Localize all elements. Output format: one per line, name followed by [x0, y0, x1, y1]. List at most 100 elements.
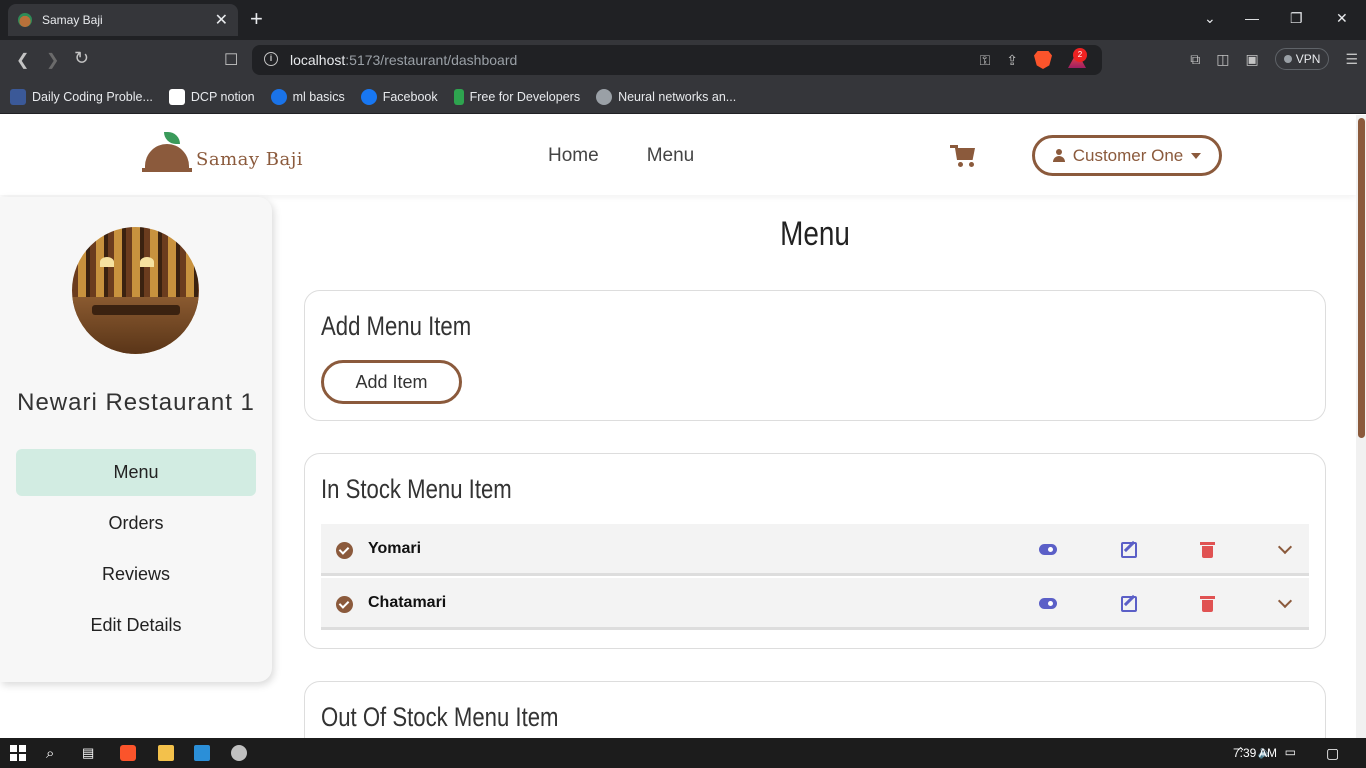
bookmark-item[interactable]: Neural networks an...: [596, 88, 737, 105]
bookmark-label: Facebook: [382, 89, 438, 104]
nav-home-link[interactable]: Home: [548, 145, 599, 167]
bookmark-item[interactable]: Facebook: [360, 88, 438, 105]
bookmarks-bar: Daily Coding Proble... DCP notion ml bas…: [0, 80, 1366, 114]
restaurant-name: Newari Restaurant 1: [17, 389, 255, 416]
brave-taskbar-icon[interactable]: [120, 745, 136, 761]
wallet-icon[interactable]: ▣: [1246, 51, 1259, 68]
edit-icon[interactable]: [1121, 542, 1137, 558]
browser-toolbar: ❮ ❯ ↻ ☐ i localhost:5173/restaurant/dash…: [0, 40, 1366, 80]
bookmark-label: Neural networks an...: [618, 89, 737, 104]
rewards-badge: 2: [1073, 48, 1087, 62]
facebook-icon: [360, 88, 377, 105]
task-view-icon[interactable]: ▤: [82, 745, 98, 761]
notion-icon: [168, 88, 185, 105]
trash-icon[interactable]: [1200, 596, 1215, 612]
trash-icon[interactable]: [1200, 542, 1215, 558]
logo-text: Samay Baji: [196, 149, 304, 170]
restaurant-sidebar: Newari Restaurant 1 Menu Orders Reviews …: [0, 197, 272, 682]
bookmark-item[interactable]: Daily Coding Proble...: [10, 88, 153, 105]
in-stock-card: In Stock Menu Item Yomari Chatamari: [304, 453, 1326, 649]
sidebar-nav: Menu Orders Reviews Edit Details: [16, 449, 256, 653]
tab-title: Samay Baji: [42, 13, 103, 27]
user-name: Customer One: [1072, 145, 1184, 165]
file-explorer-icon[interactable]: [158, 745, 174, 761]
windows-start-icon[interactable]: [10, 745, 26, 761]
caret-down-icon: [1191, 152, 1202, 159]
sidebar-item-orders[interactable]: Orders: [16, 500, 256, 547]
new-tab-button[interactable]: +: [250, 8, 263, 30]
browser-tabbar: Samay Baji ✕ + ⌄ — ❐ ✕: [0, 0, 1366, 40]
in-stock-check-icon: [336, 542, 353, 559]
bookmark-favicon-icon: [270, 88, 287, 105]
card-title: In Stock Menu Item: [321, 474, 512, 504]
bookmark-item[interactable]: Free for Developers: [453, 88, 581, 105]
add-item-button[interactable]: Add Item: [321, 360, 462, 404]
minimize-button[interactable]: —: [1245, 10, 1259, 26]
tab-close-icon[interactable]: ✕: [215, 10, 228, 30]
site-info-icon[interactable]: i: [264, 52, 278, 66]
chevron-down-icon[interactable]: [1277, 539, 1293, 555]
menu-item-name: Yomari: [368, 540, 422, 557]
reload-button[interactable]: ↻: [74, 48, 89, 69]
app-taskbar-icon[interactable]: [231, 745, 247, 761]
chevron-down-icon[interactable]: [1277, 593, 1293, 609]
card-title: Out Of Stock Menu Item: [321, 702, 559, 732]
restore-button[interactable]: ❐: [1290, 10, 1303, 27]
cart-icon[interactable]: [950, 144, 978, 168]
toggle-stock-icon[interactable]: [1039, 544, 1057, 555]
tab-search-icon[interactable]: ⌄: [1204, 10, 1216, 27]
sidebar-item-edit-details[interactable]: Edit Details: [16, 602, 256, 649]
scrollbar-thumb[interactable]: [1358, 118, 1365, 438]
user-menu-button[interactable]: Customer One: [1032, 135, 1222, 176]
user-icon: [1052, 149, 1065, 162]
bookmark-item[interactable]: ml basics: [270, 88, 345, 105]
notification-icon[interactable]: ▢: [1326, 745, 1342, 761]
os-taskbar: ⌕ ▤ ⌃ 🔈 ▭ 7:39 AM ▢: [0, 738, 1366, 768]
vpn-status-icon: [1283, 55, 1292, 63]
menu-item-row[interactable]: Chatamari: [321, 578, 1309, 630]
forward-button[interactable]: ❯: [46, 50, 59, 70]
menu-item-name: Chatamari: [368, 594, 447, 611]
browser-tab[interactable]: Samay Baji ✕: [8, 4, 238, 36]
taskbar-clock[interactable]: 7:39 AM: [1233, 746, 1277, 760]
top-nav: Home Menu: [548, 145, 694, 167]
menu-item-row[interactable]: Yomari: [321, 524, 1309, 576]
bookmark-label: DCP notion: [190, 89, 255, 104]
bookmark-label: Free for Developers: [469, 89, 581, 104]
sidebar-toggle-icon[interactable]: ◫: [1216, 51, 1229, 68]
key-icon[interactable]: ⚿: [980, 52, 991, 69]
address-bar[interactable]: i localhost:5173/restaurant/dashboard ⚿ …: [252, 45, 1102, 75]
bookmark-favicon-icon: [10, 88, 26, 105]
search-icon[interactable]: ⌕: [46, 745, 62, 762]
nav-menu-link[interactable]: Menu: [647, 145, 695, 167]
vpn-button[interactable]: VPN: [1274, 48, 1330, 70]
site-logo[interactable]: Samay Baji: [142, 130, 303, 174]
share-icon[interactable]: ⇪: [1006, 52, 1018, 69]
page-title: Menu: [780, 215, 850, 253]
bookmark-label: ml basics: [292, 89, 345, 104]
network-icon[interactable]: ▭: [1285, 745, 1296, 759]
site-header: Samay Baji Home Menu Customer One: [0, 115, 1356, 195]
page-viewport: Samay Baji Home Menu Customer One Newari…: [0, 115, 1356, 738]
restaurant-avatar: [72, 227, 199, 354]
back-button[interactable]: ❮: [16, 50, 29, 70]
sidebar-item-reviews[interactable]: Reviews: [16, 551, 256, 598]
in-stock-check-icon: [336, 596, 353, 613]
add-menu-item-card: Add Menu Item Add Item: [304, 290, 1326, 421]
edit-icon[interactable]: [1121, 596, 1137, 612]
sidebar-item-menu[interactable]: Menu: [16, 449, 256, 496]
bookmark-item[interactable]: DCP notion: [168, 88, 255, 105]
close-window-button[interactable]: ✕: [1336, 10, 1348, 27]
brave-shields-icon[interactable]: [1034, 51, 1052, 69]
cloche-logo-icon: [142, 130, 192, 174]
bookmark-icon[interactable]: ☐: [224, 50, 238, 70]
url-path: :5173/restaurant/dashboard: [345, 52, 518, 68]
extensions-icon[interactable]: ⧉: [1190, 51, 1200, 68]
browser-menu-icon[interactable]: ☰: [1345, 51, 1358, 68]
vscode-icon[interactable]: [194, 745, 210, 761]
card-title: Add Menu Item: [321, 311, 472, 341]
bookmark-favicon-icon: [453, 88, 464, 105]
bookmark-label: Daily Coding Proble...: [32, 89, 153, 104]
url-host: localhost: [290, 52, 346, 68]
toggle-stock-icon[interactable]: [1039, 598, 1057, 609]
